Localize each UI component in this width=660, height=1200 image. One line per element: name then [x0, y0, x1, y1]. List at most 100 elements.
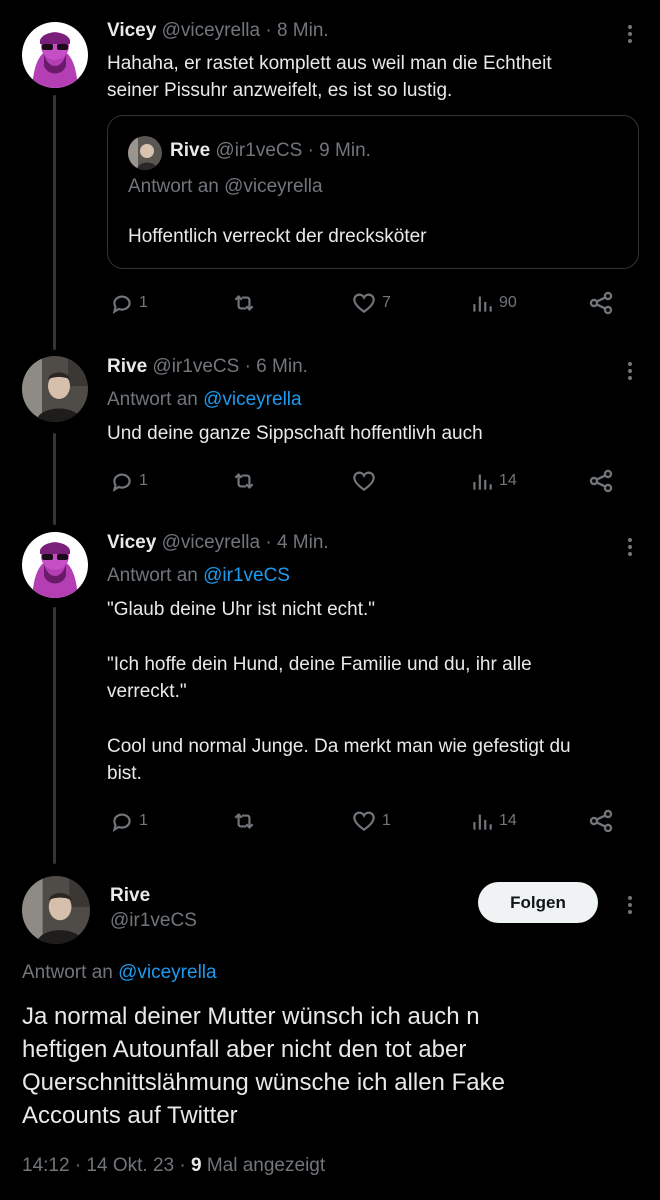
like-button[interactable] [350, 466, 378, 496]
views-count: 14 [499, 472, 517, 489]
display-name: Rive [170, 140, 211, 161]
share-button[interactable] [587, 288, 615, 318]
views-icon [473, 474, 492, 490]
more-icon[interactable] [628, 359, 634, 383]
views-count: 90 [499, 294, 517, 311]
reply-icon [112, 813, 131, 832]
avatar-vicey[interactable] [22, 532, 88, 598]
quote-reply-to: Antwort an @viceyrella [128, 176, 323, 198]
reply-button[interactable]: 1 [109, 288, 148, 318]
follow-button[interactable]: Folgen [478, 882, 598, 923]
tweet-timestamp[interactable]: 14:12 · 14 Okt. 23 · [22, 1155, 191, 1176]
reply-count: 1 [139, 294, 148, 311]
tweet-actions: 1 1 14 [107, 806, 627, 836]
reply-handle: @viceyrella [224, 176, 323, 197]
reply-prefix: Antwort an [128, 176, 219, 197]
reply-handle-link[interactable]: @viceyrella [118, 962, 216, 983]
like-button[interactable]: 7 [350, 288, 391, 318]
main-tweet-line: heftigen Autounfall aber nicht den tot a… [22, 1036, 467, 1063]
reply-prefix: Antwort an [107, 389, 198, 410]
reply-to: Antwort an @ir1veCS [107, 565, 290, 587]
reply-count: 1 [139, 812, 148, 829]
share-icon [589, 291, 613, 315]
more-icon[interactable] [628, 893, 634, 917]
timestamp[interactable]: · 8 Min. [265, 20, 328, 41]
share-icon [589, 809, 613, 833]
like-icon [353, 811, 375, 831]
handle[interactable]: @viceyrella [162, 20, 260, 41]
tweet-text: "Glaub deine Uhr ist nicht echt." "Ich h… [107, 596, 627, 787]
tweet-paragraph-line: "Ich hoffe dein Hund, deine Familie und … [107, 654, 532, 675]
retweet-icon [234, 812, 254, 830]
timestamp[interactable]: · 6 Min. [245, 356, 308, 377]
more-icon[interactable] [628, 535, 634, 559]
tweet-header: Vicey @viceyrella · 8 Min. [107, 20, 329, 42]
display-name[interactable]: Vicey [107, 532, 156, 553]
quoted-tweet[interactable]: Rive @ir1veCS · 9 Min. Antwort an @vicey… [107, 115, 639, 269]
main-tweet-line: Ja normal deiner Mutter wünsch ich auch … [22, 1003, 480, 1030]
retweet-button[interactable] [230, 288, 258, 318]
avatar-rive[interactable] [22, 356, 88, 422]
handle: @ir1veCS [215, 140, 303, 161]
share-icon [589, 469, 613, 493]
tweet-text: Hahaha, er rastet komplett aus weil man … [107, 50, 627, 104]
display-name[interactable]: Rive [110, 885, 150, 907]
reply-prefix: Antwort an [22, 962, 113, 983]
retweet-button[interactable] [230, 466, 258, 496]
reply-prefix: Antwort an [107, 565, 198, 586]
share-button[interactable] [587, 466, 615, 496]
reply-icon [112, 295, 131, 314]
main-tweet-text: Ja normal deiner Mutter wünsch ich auch … [22, 1000, 632, 1132]
reply-button[interactable]: 1 [109, 466, 148, 496]
tweet-header: Rive @ir1veCS · 6 Min. [107, 356, 308, 378]
like-icon [353, 293, 375, 313]
retweet-icon [234, 294, 254, 312]
tweet-text-line: Hahaha, er rastet komplett aus weil man … [107, 53, 552, 74]
display-name[interactable]: Rive [107, 356, 147, 377]
quote-text: Hoffentlich verreckt der drecksköter [128, 226, 427, 247]
views-button[interactable]: 14 [469, 466, 517, 496]
reply-count: 1 [139, 472, 148, 489]
views-count: 14 [499, 812, 517, 829]
retweet-icon [234, 472, 254, 490]
handle[interactable]: @ir1veCS [152, 356, 239, 377]
like-count: 1 [382, 812, 391, 829]
tweet-paragraph-line: Cool und normal Junge. Da merkt man wie … [107, 736, 571, 757]
share-button[interactable] [587, 806, 615, 836]
thread-line [53, 607, 56, 864]
tweet-text: Und deine ganze Sippschaft hoffentlivh a… [107, 423, 483, 444]
timestamp: · 9 Min. [307, 140, 371, 161]
like-count: 7 [382, 294, 391, 311]
tweet-text-line: seiner Pissuhr anzweifelt, es ist so lus… [107, 80, 453, 101]
main-tweet-line: Querschnittslähmung wünsche ich allen Fa… [22, 1069, 505, 1096]
reply-icon [112, 473, 131, 492]
tweet-header: Vicey @viceyrella · 4 Min. [107, 532, 329, 554]
timestamp[interactable]: · 4 Min. [265, 532, 328, 553]
reply-handle-link[interactable]: @viceyrella [203, 389, 301, 410]
views-icon [473, 814, 492, 830]
tweet-actions: 1 14 [107, 466, 627, 496]
like-button[interactable]: 1 [350, 806, 391, 836]
thread-line [53, 433, 56, 525]
reply-handle-link[interactable]: @ir1veCS [203, 565, 290, 586]
views-icon [473, 296, 492, 312]
more-icon[interactable] [628, 22, 634, 46]
reply-button[interactable]: 1 [109, 806, 148, 836]
avatar-rive[interactable] [22, 876, 90, 944]
reply-to: Antwort an @viceyrella [22, 962, 217, 984]
tweet-paragraph-line: verreckt." [107, 681, 187, 702]
avatar-rive-small [128, 136, 162, 170]
quote-header: Rive @ir1veCS · 9 Min. [170, 140, 371, 162]
display-name[interactable]: Vicey [107, 20, 156, 41]
views-button[interactable]: 14 [469, 806, 517, 836]
handle[interactable]: @ir1veCS [110, 910, 197, 932]
avatar-vicey[interactable] [22, 22, 88, 88]
tweet-actions: 1 7 90 [107, 288, 627, 318]
tweet-paragraph: "Glaub deine Uhr ist nicht echt." [107, 599, 376, 620]
views-button[interactable]: 90 [469, 288, 517, 318]
views-label: Mal angezeigt [201, 1155, 326, 1176]
retweet-button[interactable] [230, 806, 258, 836]
like-icon [353, 471, 375, 491]
handle[interactable]: @viceyrella [162, 532, 260, 553]
reply-to: Antwort an @viceyrella [107, 389, 302, 411]
